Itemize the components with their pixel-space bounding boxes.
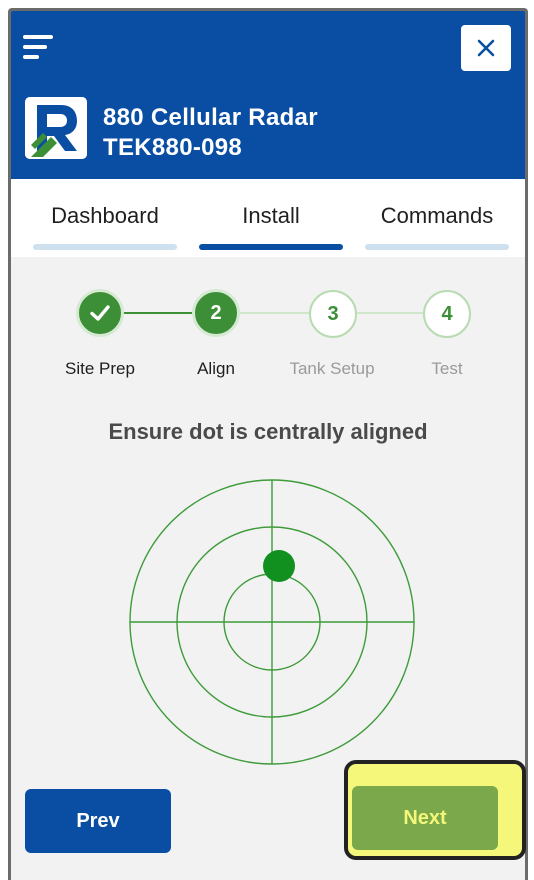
device-name: 880 Cellular Radar [103,104,318,131]
step-label-align: Align [197,359,235,378]
step-3[interactable]: 3 [309,290,357,338]
app-header: 880 Cellular Radar TEK880-098 [11,11,525,179]
next-button[interactable]: Next [352,786,498,850]
step-number: 4 [441,302,453,325]
tab-label: Commands [380,203,494,228]
tab-install[interactable]: Install [191,179,351,257]
alignment-dot [263,550,295,582]
close-icon [477,39,495,57]
tab-indicator [365,244,509,250]
step-label-site-prep: Site Prep [65,359,135,378]
step-label-test: Test [431,359,463,378]
hamburger-menu-icon[interactable] [23,33,59,63]
prev-button[interactable]: Prev [25,789,171,853]
instruction-text: Ensure dot is centrally aligned [108,419,428,444]
app-screen: 880 Cellular Radar TEK880-098 Dashboard … [8,8,528,880]
alignment-target [127,477,427,777]
check-icon [90,305,110,321]
tab-indicator [199,244,343,250]
step-1-complete[interactable] [76,289,124,337]
step-connector [357,312,423,314]
tab-dashboard[interactable]: Dashboard [25,179,185,257]
step-4[interactable]: 4 [423,290,471,338]
tab-label: Install [242,203,300,228]
step-number: 2 [210,301,222,324]
tab-bar: Dashboard Install Commands [11,179,525,257]
step-number: 3 [327,302,339,325]
tab-commands[interactable]: Commands [357,179,517,257]
brand-logo [25,97,87,159]
step-2-current[interactable]: 2 [192,289,240,337]
tab-label: Dashboard [51,203,159,228]
device-id: TEK880-098 [103,134,243,161]
close-button[interactable] [461,25,511,71]
step-label-tank-setup: Tank Setup [289,359,375,378]
tab-indicator [33,244,177,250]
